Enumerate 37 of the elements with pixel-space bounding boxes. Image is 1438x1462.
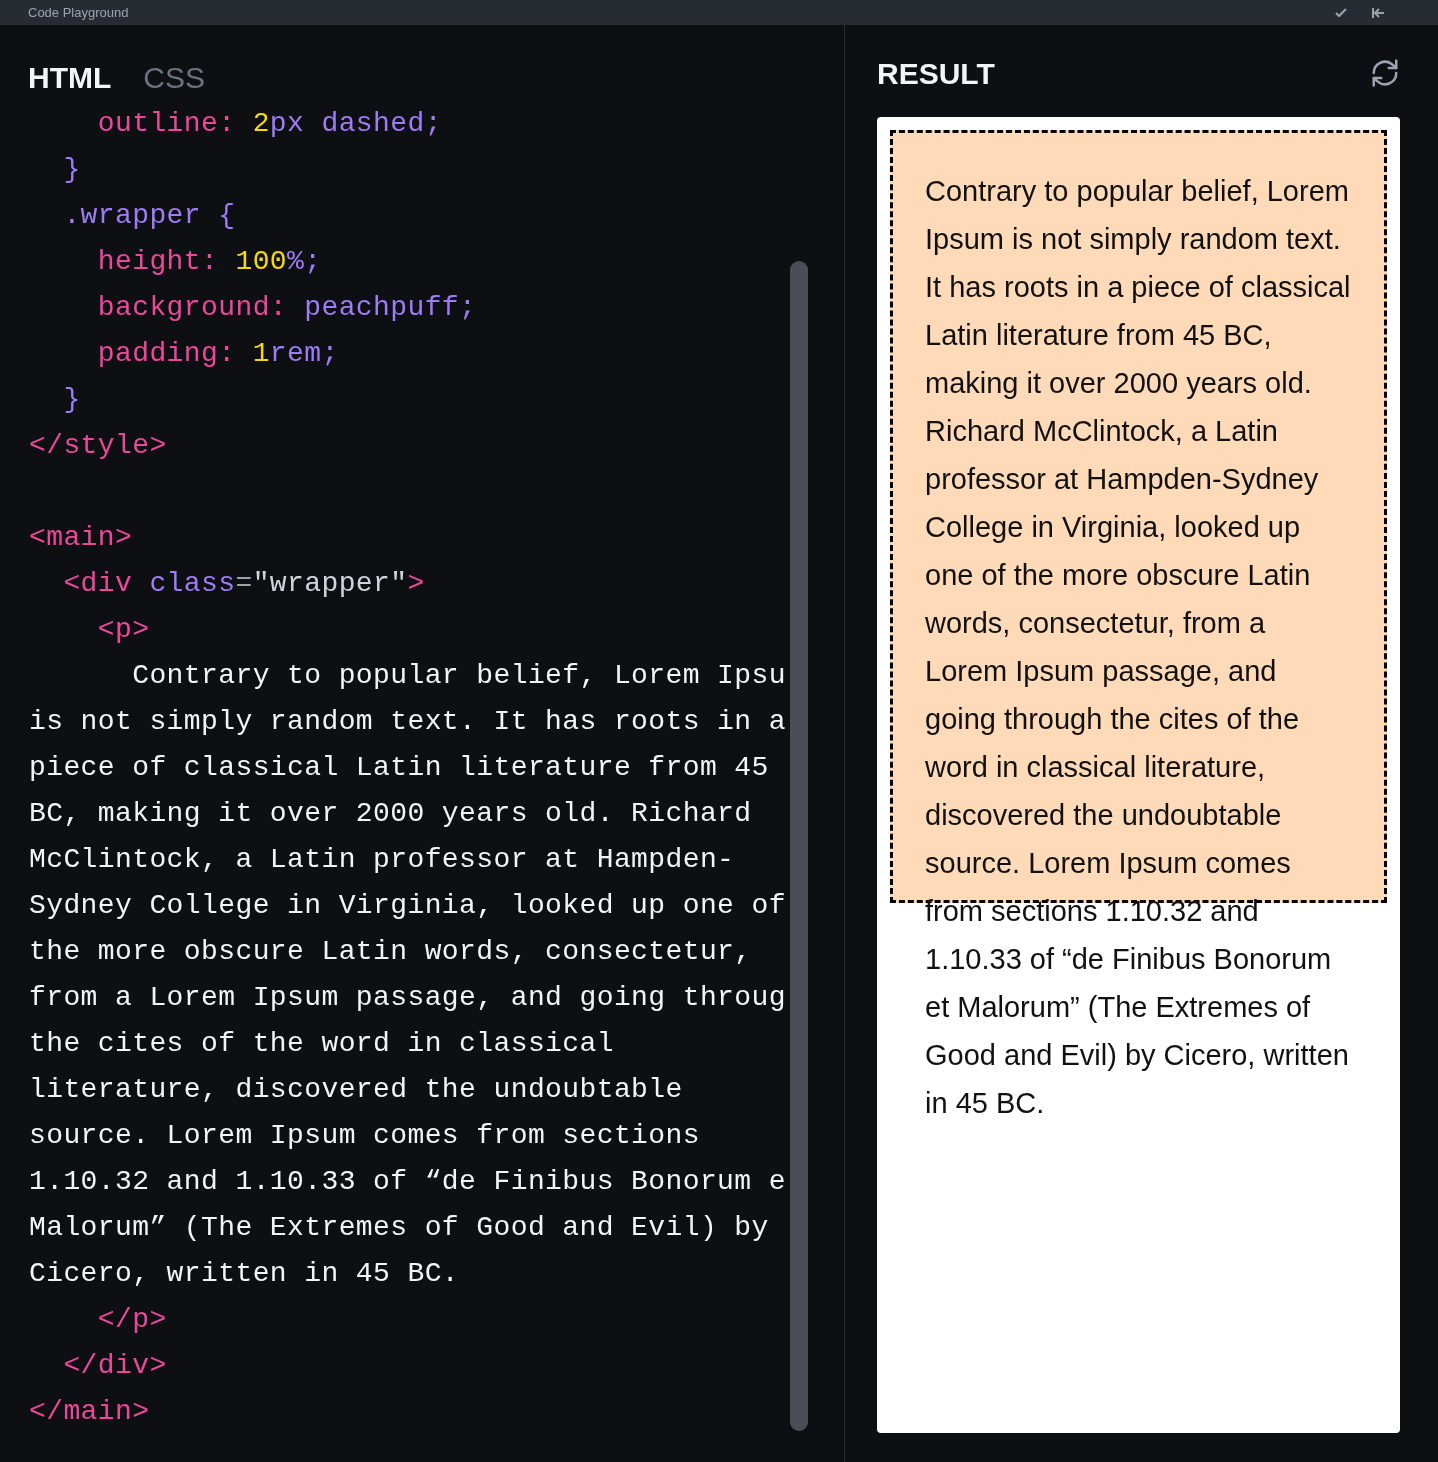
code-line: padding: 1rem;: [96, 337, 339, 371]
code-line: outline: 2px dashed;: [96, 107, 442, 141]
code-line: <div class="wrapper">: [62, 567, 425, 601]
editor-tab[interactable]: CSS: [143, 63, 205, 93]
refresh-icon[interactable]: [1370, 58, 1400, 88]
arrow-icon[interactable]: [1372, 6, 1386, 19]
code-line: Contrary to popular belief, Lorem Ipsu: [131, 659, 786, 693]
result-paragraph: Contrary to popular belief, Lorem Ipsum is not simply random text. It has roots in a piece of classical Latin literature from 45 BC, making it over 2000 years old. Richard McClintock, a Latin professor at Hampden-Sydney College in Virginia, looked up one of the more obscure Latin words, consectetur, from a Lorem Ipsum passage, and going through the cites of the word in classical literature, discovered the undoubtable source. Lorem Ipsum comes from sections 1.10.32 and 1.10.33 of “de Finibus Bonorum et Malorum” (The Extremes of Good and Evil) by Cicero, written in 45 BC.: [925, 174, 1352, 1121]
code-line: literature, discovered the undoubtable: [29, 1073, 683, 1107]
code-line: from a Lorem Ipsum passage, and going throug: [29, 981, 786, 1015]
scrollbar[interactable]: [790, 261, 808, 1431]
code-line: Malorum” (The Extremes of Good and Evil) by: [29, 1211, 769, 1245]
code-line: background: peachpuff;: [96, 291, 477, 325]
code-line: }: [62, 153, 81, 187]
code-line: the more obscure Latin words, consectetur,: [29, 935, 752, 969]
code-line: McClintock, a Latin professor at Hampden-: [29, 843, 735, 877]
code-line: <main>: [29, 521, 133, 555]
code-line: source. Lorem Ipsum comes from sections: [29, 1119, 700, 1153]
code-line: piece of classical Latin literature from 45: [29, 751, 769, 785]
code-line: height: 100%;: [96, 245, 322, 279]
code-line: .wrapper {: [62, 199, 236, 233]
code-line: </style>: [29, 429, 167, 463]
editor-tab[interactable]: HTML: [28, 63, 112, 93]
code-line: 1.10.32 and 1.10.33 of “de Finibus Bonorum e: [29, 1165, 786, 1199]
code-line: </p>: [96, 1303, 167, 1337]
code-line: <p>: [96, 613, 150, 647]
check-icon[interactable]: [1334, 6, 1348, 19]
result-title: RESULT: [877, 55, 995, 92]
code-line: </div>: [62, 1349, 167, 1383]
window-title: Code Playground: [28, 6, 129, 19]
code-line: is not simply random text. It has roots in a: [29, 705, 786, 739]
code-line: Cicero, written in 45 BC.: [29, 1257, 460, 1291]
code-line: the cites of the word in classical: [29, 1027, 614, 1061]
code-line: }: [62, 383, 81, 417]
code-line: </main>: [29, 1395, 150, 1429]
code-line: BC, making it over 2000 years old. Richard: [29, 797, 752, 831]
code-line: Sydney College in Virginia, looked up one of: [29, 889, 786, 923]
